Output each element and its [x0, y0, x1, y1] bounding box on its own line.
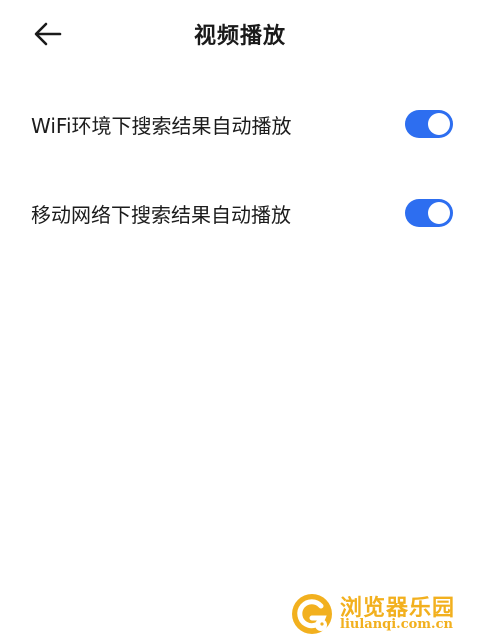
setting-label-mobile-autoplay: 移动网络下搜索结果自动播放 — [31, 202, 291, 227]
page-title: 视频播放 — [193, 24, 286, 49]
setting-row-mobile-autoplay[interactable]: 移动网络下搜索结果自动播放 — [0, 183, 480, 243]
watermark: 浏览器乐园 liulanqi.com.cn — [290, 590, 470, 638]
toggle-knob — [428, 202, 450, 224]
setting-label-wifi-autoplay: WiFi环境下搜索结果自动播放 — [31, 113, 292, 138]
watermark-subtitle: liulanqi.com.cn — [340, 617, 453, 632]
wifi-autoplay-toggle[interactable] — [405, 110, 453, 138]
browser-logo-icon — [292, 594, 332, 634]
toggle-knob — [428, 113, 450, 135]
setting-row-wifi-autoplay[interactable]: WiFi环境下搜索结果自动播放 — [0, 94, 480, 154]
header: 视频播放 — [0, 0, 480, 68]
mobile-autoplay-toggle[interactable] — [405, 199, 453, 227]
